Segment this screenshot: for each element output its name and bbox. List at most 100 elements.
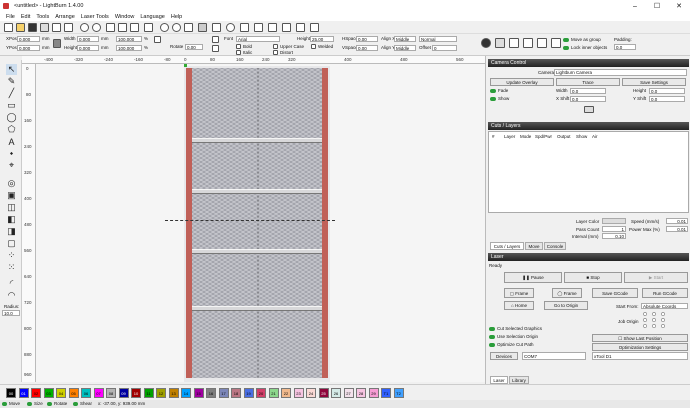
menu-file[interactable]: File bbox=[6, 14, 15, 20]
camera-select[interactable]: Lightburn Camera bbox=[554, 69, 687, 76]
boolean-subtract-icon[interactable]: ◧ bbox=[6, 214, 17, 225]
palette-swatch-07[interactable]: 07 bbox=[93, 388, 104, 398]
settings-gear-icon[interactable] bbox=[226, 23, 235, 32]
layers-table[interactable]: # Layer Mode Spd/Pwr Output Show Air bbox=[488, 131, 689, 213]
palette-swatch-26[interactable]: 26 bbox=[331, 388, 341, 398]
palette-swatch-16[interactable]: 16 bbox=[206, 388, 216, 398]
layer-color-swatch[interactable] bbox=[602, 218, 626, 224]
ypos-field[interactable]: 0.000 bbox=[17, 45, 40, 51]
rotate-toggle[interactable] bbox=[47, 402, 52, 406]
paste-icon[interactable] bbox=[130, 23, 139, 32]
height-percent-field[interactable]: 100.000 bbox=[116, 45, 142, 51]
menu-language[interactable]: Language bbox=[140, 14, 164, 20]
palette-swatch-T1[interactable]: T1 bbox=[381, 388, 391, 398]
palette-swatch-02[interactable]: 02 bbox=[31, 388, 41, 398]
palette-swatch-05[interactable]: 05 bbox=[68, 388, 79, 398]
device-select[interactable]: xTool D1 bbox=[592, 352, 688, 360]
italic-checkbox[interactable] bbox=[236, 50, 241, 55]
home-button[interactable]: ⌂ Home bbox=[504, 301, 534, 310]
camera-xshift-field[interactable]: 0.0 bbox=[570, 96, 606, 102]
frame-circle-button[interactable]: ◯ Frame bbox=[552, 288, 582, 298]
optimize-cut-path-toggle[interactable] bbox=[489, 343, 495, 347]
palette-swatch-29[interactable]: 29 bbox=[368, 388, 379, 398]
node-edit-icon[interactable] bbox=[282, 23, 291, 32]
palette-swatch-22[interactable]: 22 bbox=[281, 388, 291, 398]
new-file-icon[interactable] bbox=[4, 23, 13, 32]
save-gcode-button[interactable]: Save GCode bbox=[592, 288, 638, 298]
tab-library[interactable]: Library bbox=[509, 376, 529, 384]
select-pointer-icon[interactable]: ↖ bbox=[6, 64, 17, 75]
move-as-group-toggle[interactable] bbox=[563, 38, 569, 42]
job-origin-radios[interactable] bbox=[641, 311, 667, 329]
circular-array-icon[interactable]: ⁙ bbox=[6, 262, 17, 273]
padding-field[interactable]: 0.0 bbox=[614, 44, 636, 50]
move-toggle[interactable] bbox=[2, 402, 7, 406]
palette-swatch-15[interactable]: 15 bbox=[193, 388, 204, 398]
welded-checkbox[interactable] bbox=[311, 44, 316, 49]
palette-swatch-T2[interactable]: T2 bbox=[393, 388, 404, 398]
devices-button[interactable]: Devices bbox=[490, 352, 518, 360]
laser-tools-icon[interactable] bbox=[240, 23, 249, 32]
mirror-icon[interactable] bbox=[551, 38, 561, 48]
align-icon[interactable] bbox=[509, 38, 519, 48]
save-icon[interactable] bbox=[28, 23, 37, 32]
menu-window[interactable]: Window bbox=[115, 14, 135, 20]
menu-arrange[interactable]: Arrange bbox=[55, 14, 75, 20]
import-icon[interactable] bbox=[52, 23, 61, 32]
run-gcode-button[interactable]: Run GCode bbox=[642, 288, 688, 298]
cut-shapes-icon[interactable]: ▢ bbox=[6, 238, 17, 249]
size-toggle[interactable] bbox=[27, 402, 32, 406]
delete-icon[interactable] bbox=[144, 23, 153, 32]
hspace-field[interactable]: 0.00 bbox=[356, 36, 378, 42]
distort-checkbox[interactable] bbox=[273, 50, 278, 55]
minimize-icon[interactable]: – bbox=[624, 0, 646, 12]
undo-icon[interactable] bbox=[80, 23, 89, 32]
speed-field[interactable]: 0.01 bbox=[666, 218, 688, 224]
polygon-icon[interactable]: ⬠ bbox=[6, 124, 17, 135]
palette-swatch-25[interactable]: 25 bbox=[318, 388, 329, 398]
show-toggle[interactable] bbox=[490, 97, 496, 101]
open-folder-icon[interactable] bbox=[16, 23, 25, 32]
power-max-field[interactable]: 0.01 bbox=[666, 226, 688, 232]
palette-swatch-11[interactable]: 11 bbox=[143, 388, 154, 398]
camera-yshift-field[interactable]: 0.0 bbox=[649, 96, 685, 102]
palette-swatch-01[interactable]: 01 bbox=[18, 388, 29, 398]
ungroup-icon[interactable] bbox=[495, 38, 505, 48]
palette-swatch-18[interactable]: 18 bbox=[231, 388, 241, 398]
align-x-select[interactable]: Middle bbox=[394, 36, 416, 42]
fade-toggle[interactable] bbox=[490, 89, 496, 93]
tab-cuts-layers[interactable]: Cuts / Layers bbox=[490, 242, 524, 250]
palette-swatch-09[interactable]: 09 bbox=[118, 388, 129, 398]
cut-selected-toggle[interactable] bbox=[489, 327, 495, 331]
close-icon[interactable]: ✕ bbox=[668, 0, 690, 12]
flip-icon[interactable] bbox=[537, 38, 547, 48]
menu-tools[interactable]: Tools bbox=[36, 14, 49, 20]
text-mode-select[interactable]: Normal bbox=[419, 36, 457, 42]
anchor-grid-icon[interactable] bbox=[154, 36, 161, 43]
fillet-icon[interactable]: ◜ bbox=[6, 278, 17, 289]
align-y-select[interactable]: Middle bbox=[394, 45, 416, 51]
tab-console[interactable]: Console bbox=[544, 242, 566, 250]
zoom-to-page-icon[interactable] bbox=[184, 23, 193, 32]
palette-swatch-14[interactable]: 14 bbox=[181, 388, 191, 398]
palette-swatch-17[interactable]: 17 bbox=[218, 388, 229, 398]
palette-swatch-03[interactable]: 03 bbox=[43, 388, 54, 398]
palette-swatch-00[interactable]: 00 bbox=[6, 388, 16, 398]
tab-laser[interactable]: Laser bbox=[490, 376, 508, 384]
radius-field[interactable]: 10.0 bbox=[2, 310, 20, 316]
rectangle-icon[interactable]: ▭ bbox=[6, 100, 17, 111]
rotate-right-icon[interactable] bbox=[212, 45, 219, 52]
start-from-select[interactable]: Absolute Coords bbox=[641, 303, 688, 309]
zoom-out-icon[interactable] bbox=[172, 23, 181, 32]
palette-swatch-08[interactable]: 08 bbox=[106, 388, 116, 398]
frame-icon[interactable] bbox=[296, 23, 305, 32]
redo-icon[interactable] bbox=[92, 23, 101, 32]
optimization-settings-button[interactable]: Optimization Settings bbox=[592, 343, 688, 351]
ellipse-icon[interactable]: ◯ bbox=[6, 112, 17, 123]
job-origin-grid[interactable] bbox=[641, 311, 667, 329]
boolean-union-icon[interactable]: ◫ bbox=[6, 202, 17, 213]
position-laser-icon[interactable]: ⬩ bbox=[6, 148, 17, 159]
menu-help[interactable]: Help bbox=[171, 14, 182, 20]
stop-button[interactable]: ■ Stop bbox=[564, 272, 622, 283]
maximize-icon[interactable]: ☐ bbox=[646, 0, 668, 12]
